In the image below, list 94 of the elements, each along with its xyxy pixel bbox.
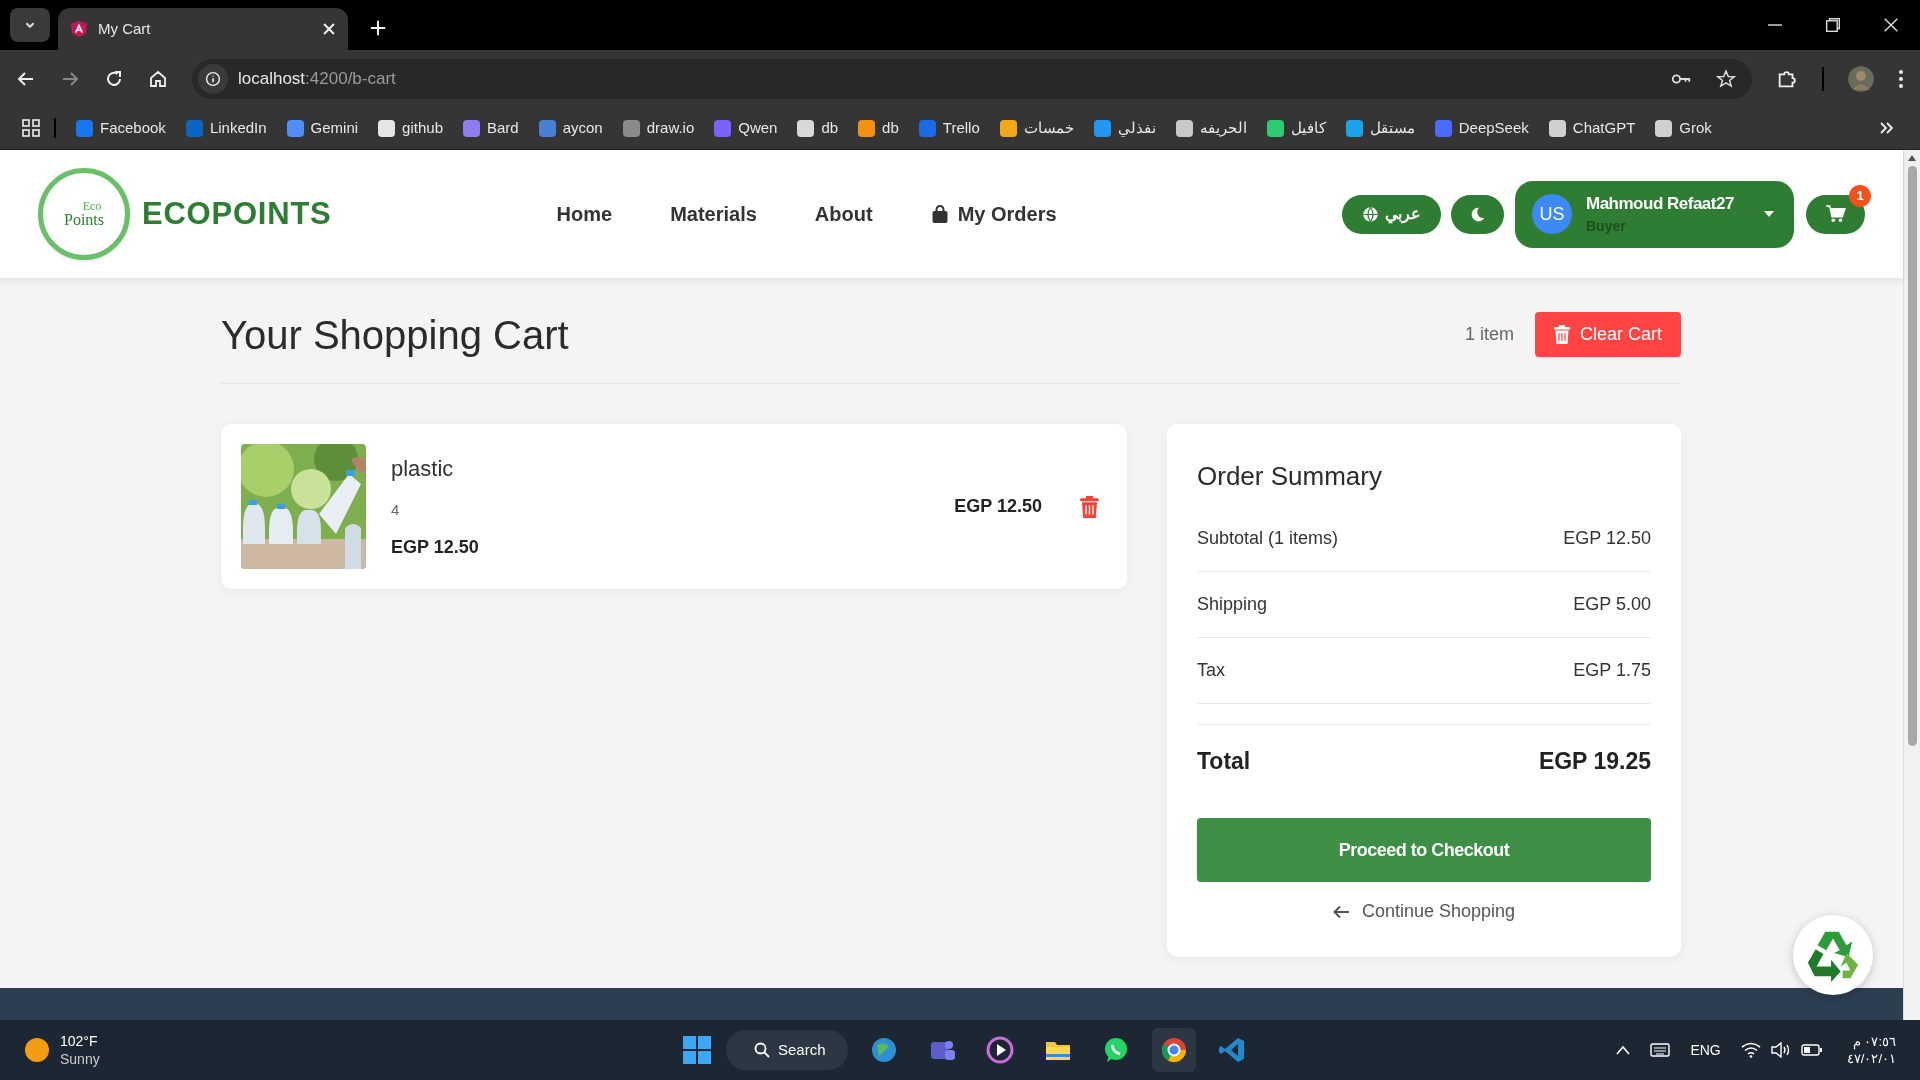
checkout-button[interactable]: Proceed to Checkout bbox=[1197, 818, 1651, 882]
volume-icon[interactable] bbox=[1770, 1042, 1791, 1058]
bag-icon bbox=[930, 204, 949, 224]
taskbar-search[interactable]: Search bbox=[726, 1030, 848, 1070]
close-icon[interactable] bbox=[322, 22, 336, 36]
continue-shopping-link[interactable]: Continue Shopping bbox=[1332, 898, 1516, 925]
url-text: localhost:4200/b-cart bbox=[238, 67, 397, 90]
chevron-double-icon[interactable] bbox=[1878, 120, 1894, 136]
reload-icon[interactable] bbox=[104, 68, 124, 89]
bookmark[interactable]: draw.io bbox=[622, 116, 695, 140]
tab-list-icon[interactable] bbox=[10, 8, 50, 42]
item-name: plastic bbox=[391, 455, 455, 484]
bookmark[interactable]: db bbox=[797, 116, 839, 140]
wifi-icon[interactable] bbox=[1740, 1042, 1761, 1058]
restore-icon[interactable] bbox=[1826, 18, 1840, 32]
scrollbar-thumb[interactable] bbox=[1907, 166, 1917, 746]
cart-icon bbox=[1825, 205, 1846, 223]
bookmark[interactable]: خمسات bbox=[999, 116, 1074, 140]
bookmark[interactable]: كافيل bbox=[1266, 116, 1326, 140]
address-bar[interactable]: localhost:4200/b-cart bbox=[192, 58, 1752, 99]
summary-title: Order Summary bbox=[1197, 460, 1383, 493]
bookmark[interactable]: aycon bbox=[538, 116, 603, 140]
bookmark[interactable]: الحريفه bbox=[1175, 116, 1247, 140]
tab-title: My Cart bbox=[98, 18, 152, 39]
bookmark[interactable]: Facebook bbox=[76, 116, 166, 140]
bookmark[interactable]: db bbox=[858, 116, 899, 140]
home-icon[interactable] bbox=[148, 68, 168, 89]
item-count: 1 item bbox=[1464, 323, 1514, 346]
chevron-up-icon[interactable] bbox=[1616, 1045, 1631, 1055]
weather-text: Sunny bbox=[60, 1050, 100, 1068]
user-avatar: US bbox=[1532, 194, 1572, 234]
clock-date[interactable]: ٤٧/٠٢/٠١ bbox=[1846, 1050, 1896, 1067]
nav-link[interactable]: About bbox=[814, 199, 873, 229]
clock-time[interactable]: ٠٧:٥٦ م bbox=[1852, 1033, 1896, 1050]
cart-count-badge: 1 bbox=[1849, 184, 1871, 207]
browser-tab[interactable]: My Cart bbox=[58, 8, 348, 50]
user-name: Mahmoud Refaat27 bbox=[1586, 192, 1735, 215]
item-price: EGP 12.50 bbox=[391, 535, 480, 559]
brand-name[interactable]: ECOPOINTS bbox=[142, 190, 332, 238]
windows-start-icon[interactable] bbox=[682, 1035, 712, 1065]
close-icon[interactable] bbox=[1884, 18, 1898, 32]
bookmark[interactable]: Qwen bbox=[714, 116, 778, 140]
logo[interactable]: Eco Points bbox=[38, 168, 130, 260]
bookmark[interactable]: github bbox=[378, 116, 443, 140]
sun-icon bbox=[24, 1037, 50, 1063]
language-button[interactable]: عربي bbox=[1342, 194, 1441, 234]
search-icon bbox=[754, 1042, 770, 1058]
globe-icon bbox=[1362, 205, 1379, 223]
recycle-button[interactable] bbox=[1793, 915, 1873, 995]
new-tab-icon[interactable] bbox=[370, 20, 386, 36]
apps-grid-icon[interactable] bbox=[22, 119, 40, 137]
summary-label: Subtotal (1 items) bbox=[1197, 527, 1339, 550]
nav-link[interactable]: My Orders bbox=[930, 199, 1057, 229]
summary-label: Shipping bbox=[1197, 593, 1268, 616]
nav-link[interactable]: Home bbox=[556, 199, 613, 229]
keyboard-icon[interactable] bbox=[1650, 1043, 1671, 1057]
item-total: EGP 12.50 bbox=[954, 495, 1042, 518]
item-quantity: 4 bbox=[391, 500, 401, 521]
logo-text: Points bbox=[64, 212, 104, 227]
total-label: Total bbox=[1197, 747, 1251, 777]
scroll-up-icon[interactable] bbox=[1907, 154, 1917, 162]
moon-icon bbox=[1469, 205, 1486, 223]
bookmark[interactable]: Grok bbox=[1655, 116, 1712, 140]
arrow-left-icon bbox=[1332, 904, 1350, 919]
language-indicator[interactable]: ENG bbox=[1690, 1039, 1721, 1061]
summary-value: EGP 12.50 bbox=[1563, 527, 1651, 550]
summary-label: Tax bbox=[1197, 659, 1225, 682]
logo-text: Eco bbox=[82, 201, 102, 212]
star-icon[interactable] bbox=[1716, 68, 1736, 89]
bookmark[interactable]: Gemini bbox=[286, 116, 359, 140]
nav-link[interactable]: Materials bbox=[670, 199, 757, 229]
app-logo-icon bbox=[70, 20, 88, 38]
theme-toggle-button[interactable] bbox=[1451, 194, 1504, 234]
trash-icon[interactable] bbox=[1080, 495, 1099, 518]
browser-icon[interactable] bbox=[1152, 1028, 1196, 1072]
temperature-text: 102°F bbox=[60, 1032, 99, 1050]
more-icon[interactable] bbox=[1898, 68, 1904, 89]
summary-value: EGP 5.00 bbox=[1573, 593, 1651, 616]
bookmark[interactable]: نفذلي bbox=[1093, 116, 1156, 140]
summary-value: EGP 1.75 bbox=[1573, 659, 1651, 682]
battery-icon[interactable] bbox=[1800, 1044, 1823, 1056]
bookmark[interactable]: Bard bbox=[463, 116, 519, 140]
trash-icon bbox=[1553, 325, 1570, 344]
bookmark[interactable]: LinkedIn bbox=[185, 116, 267, 140]
bookmark[interactable]: ChatGPT bbox=[1548, 116, 1636, 140]
bookmark[interactable]: Trello bbox=[918, 116, 980, 140]
bookmark[interactable]: DeepSeek bbox=[1434, 116, 1529, 140]
weather-widget[interactable]: 102°F Sunny bbox=[24, 1032, 100, 1068]
caret-icon bbox=[1764, 211, 1774, 217]
page-title: Your Shopping Cart bbox=[221, 311, 570, 359]
info-icon[interactable] bbox=[198, 63, 228, 94]
total-value: EGP 19.25 bbox=[1538, 747, 1651, 777]
profile-avatar[interactable] bbox=[1848, 65, 1874, 92]
bookmark[interactable]: مستقل bbox=[1345, 116, 1415, 140]
